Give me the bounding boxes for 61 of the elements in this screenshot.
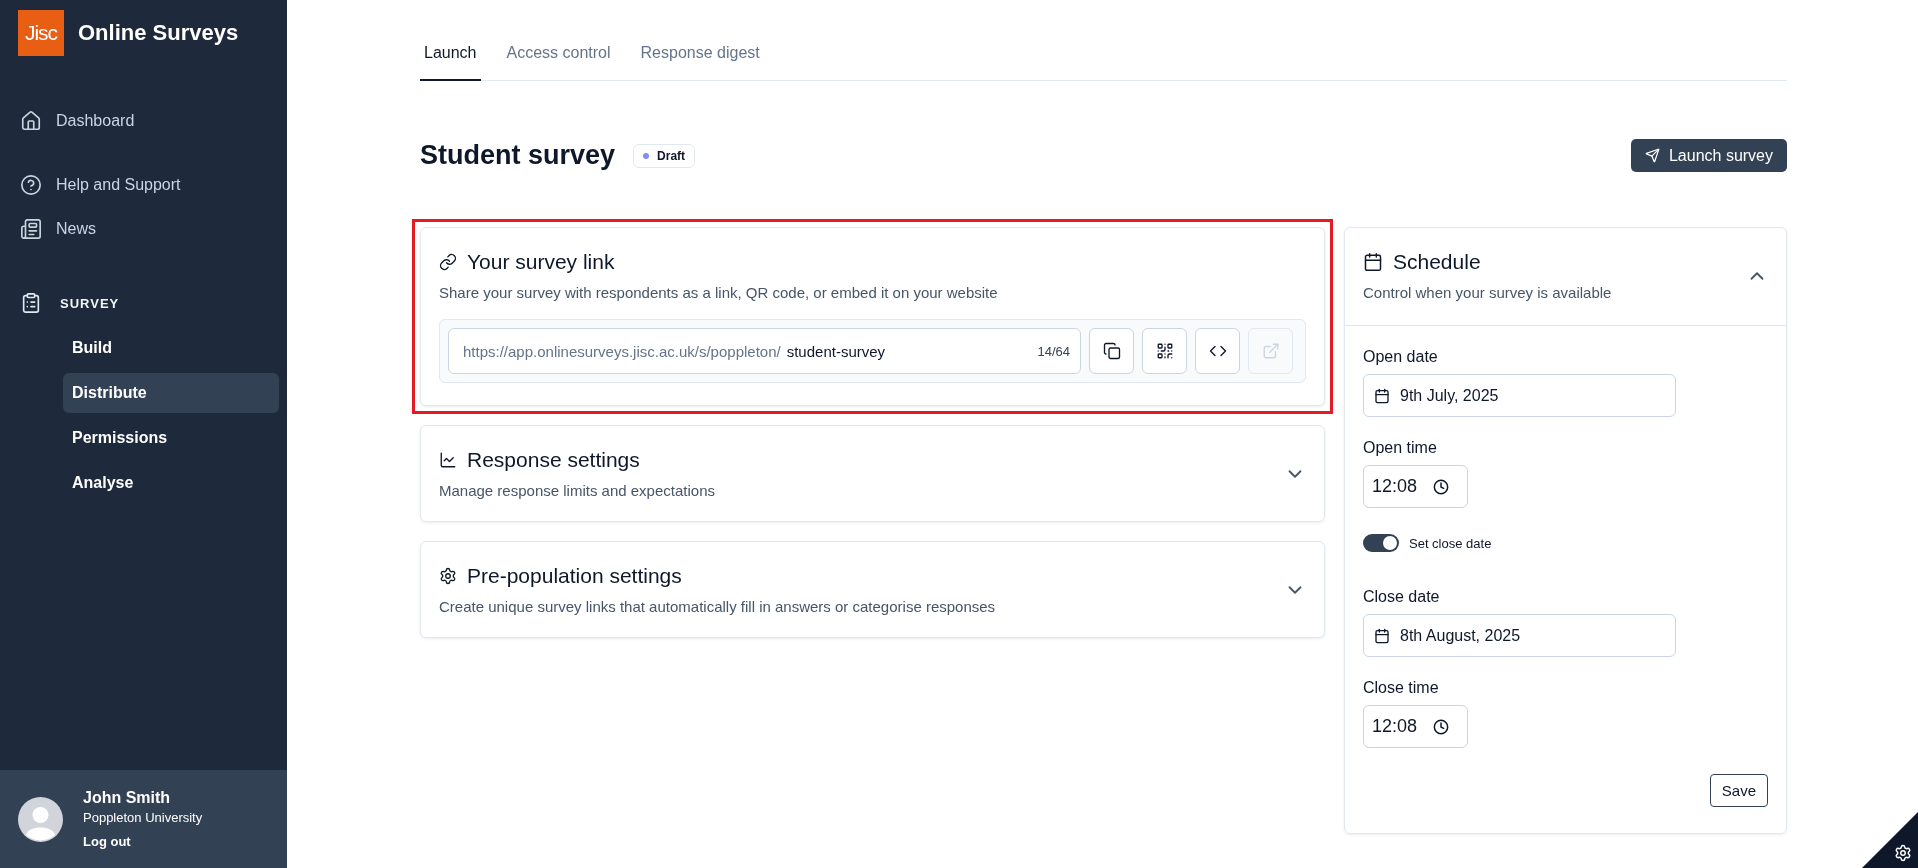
nav-item[interactable]: Help and Support	[0, 170, 287, 200]
calendar-icon	[1363, 252, 1383, 272]
line-chart-icon	[439, 451, 457, 469]
field-label: Open date	[1363, 348, 1439, 366]
copy-button[interactable]	[1089, 328, 1134, 374]
card-description: Manage response limits and expectations	[439, 482, 716, 499]
app-name: Online Surveys	[78, 20, 239, 46]
tab[interactable]: Access control	[502, 36, 615, 81]
date-field[interactable]: 8th August, 2025	[1363, 614, 1676, 657]
settings-icon[interactable]	[1894, 844, 1912, 862]
page-title: Student survey	[420, 140, 616, 171]
time-field[interactable]: 12:08	[1363, 465, 1468, 508]
field-label: Close date	[1363, 588, 1441, 606]
toggle-switch[interactable]	[1363, 534, 1399, 552]
external-link-icon	[1261, 342, 1280, 360]
nav-item[interactable]: Permissions	[63, 418, 279, 458]
status-badge: Draft	[633, 143, 696, 168]
clipboard-icon	[20, 292, 42, 314]
card-description: Share your survey with respondents as a link, QR code, or embed it on your website	[439, 284, 999, 301]
send-icon	[1644, 148, 1660, 163]
newspaper-icon	[20, 218, 42, 240]
link-icon	[439, 253, 457, 271]
tab[interactable]: Response digest	[636, 36, 764, 81]
date-field[interactable]: 9th July, 2025	[1363, 374, 1676, 417]
panel-description: Control when your survey is available	[1363, 284, 1613, 301]
settings-icon	[439, 567, 457, 585]
card-description: Create unique survey links that automatically fill in answers or categorise responses	[439, 598, 997, 615]
toggle-label: Set close date	[1409, 535, 1492, 551]
user-organisation: Poppleton University	[83, 810, 203, 825]
home-icon	[20, 110, 42, 132]
user-name: John Smith	[83, 789, 172, 807]
calendar-icon	[1374, 627, 1390, 644]
card-title: Pre-population settings	[467, 564, 682, 588]
help-icon	[20, 174, 42, 196]
field-label: Open time	[1363, 439, 1438, 457]
qr-code-icon	[1155, 342, 1174, 360]
nav-item[interactable]: Dashboard	[0, 106, 287, 136]
nav-item[interactable]: Analyse	[63, 463, 279, 503]
card-title: Your survey link	[467, 250, 615, 274]
card-title: Response settings	[467, 448, 640, 472]
corner-tab[interactable]	[1862, 812, 1918, 868]
panel-title: Schedule	[1393, 250, 1481, 274]
nav-item[interactable]: News	[0, 214, 287, 244]
launch-button[interactable]: Launch survey	[1630, 139, 1787, 172]
copy-icon	[1102, 342, 1121, 360]
calendar-icon	[1374, 387, 1390, 404]
status-dot	[643, 152, 650, 159]
nav-item[interactable]: Build	[63, 328, 279, 368]
field-label: Close time	[1363, 679, 1440, 697]
avatar-icon	[18, 796, 63, 842]
section-heading: SURVEY	[60, 295, 120, 311]
tab[interactable]: Launch	[420, 36, 481, 81]
logout-link[interactable]: Log out	[83, 834, 203, 849]
clock-icon	[1433, 478, 1450, 495]
qr-code-button[interactable]	[1142, 328, 1187, 374]
logo: Jisc	[18, 10, 64, 56]
clock-icon	[1433, 718, 1450, 735]
url-field[interactable]: https://app.onlinesurveys.jisc.ac.uk/s/poppleton/ student-survey 14/64	[448, 328, 1081, 374]
save-button[interactable]: Save	[1709, 774, 1768, 807]
nav-item[interactable]: Distribute	[63, 373, 279, 413]
time-field[interactable]: 12:08	[1363, 705, 1468, 748]
